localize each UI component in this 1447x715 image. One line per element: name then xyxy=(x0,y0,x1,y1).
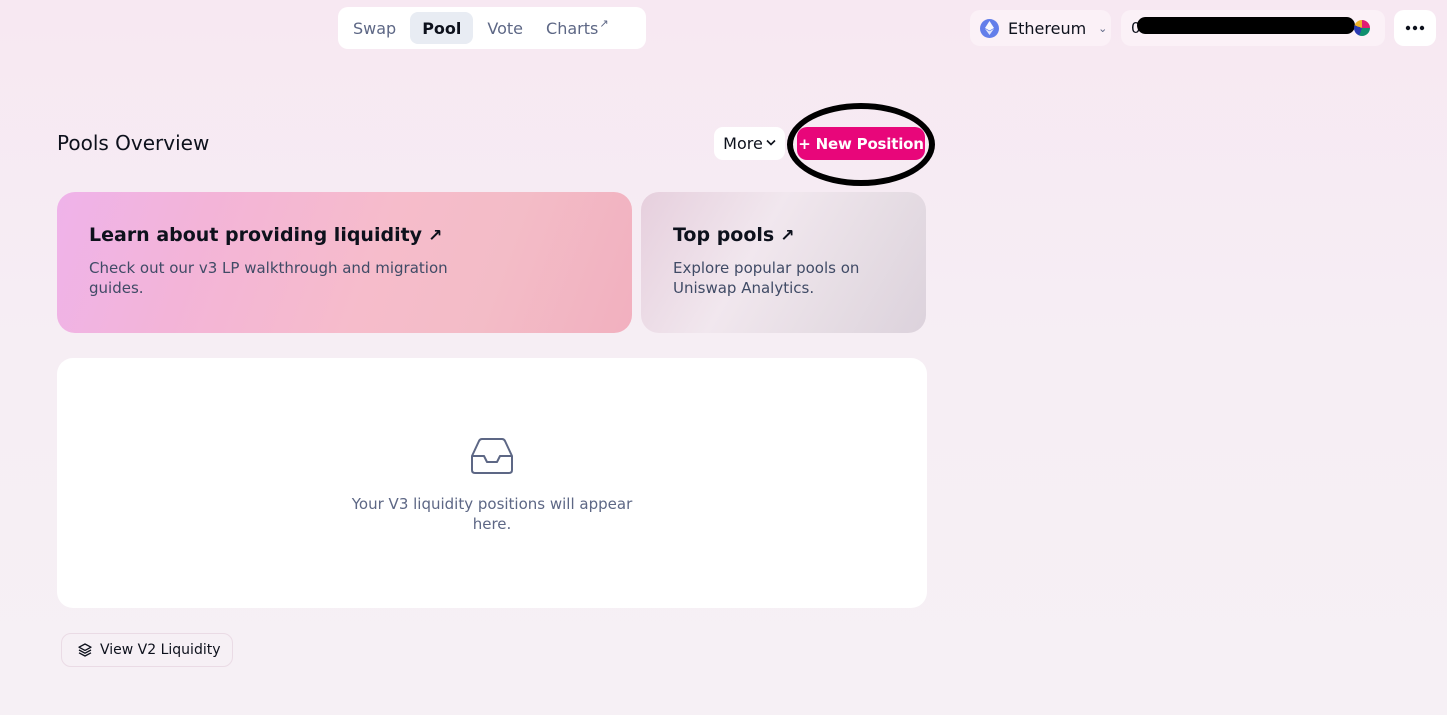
ethereum-icon xyxy=(980,18,999,38)
nav-tab-label: Pool xyxy=(422,18,462,38)
nav-tab-label: Swap xyxy=(353,18,397,38)
more-label: More xyxy=(723,134,763,153)
card-description: Explore popular pools on Uniswap Analyti… xyxy=(673,259,860,297)
learn-liquidity-card[interactable]: Learn about providing liquidity ↗ Check o… xyxy=(57,192,632,333)
layers-icon xyxy=(78,643,92,657)
nav-tab-pool[interactable]: Pool xyxy=(410,12,474,44)
external-link-icon: ↗ xyxy=(780,226,795,246)
network-selector[interactable]: Ethereum ⌄ xyxy=(970,10,1111,46)
new-position-button[interactable]: + New Position xyxy=(797,127,925,160)
avatar xyxy=(1354,20,1370,36)
card-title: Learn about providing liquidity ↗ xyxy=(89,224,600,246)
card-title-text: Top pools xyxy=(673,224,775,246)
card-title-text: Learn about providing liquidity xyxy=(89,224,423,246)
account-button[interactable]: 0 xyxy=(1121,10,1385,46)
nav-tab-vote[interactable]: Vote xyxy=(478,12,532,44)
nav-tab-charts[interactable]: Charts ↗ xyxy=(537,12,618,44)
nav-tab-label: Charts xyxy=(546,18,599,38)
chevron-down-icon: ⌄ xyxy=(1098,21,1108,35)
view-v2-liquidity-button[interactable]: View V2 Liquidity xyxy=(61,633,233,667)
top-pools-card[interactable]: Top pools ↗ Explore popular pools on Unis… xyxy=(641,192,926,333)
view-v2-label: View V2 Liquidity xyxy=(100,642,221,658)
top-nav: Swap Pool Vote Charts ↗ xyxy=(338,7,646,49)
positions-panel: Your V3 liquidity positions will appear … xyxy=(57,358,927,608)
card-description: Check out our v3 LP walkthrough and migr… xyxy=(89,259,448,297)
more-dropdown-button[interactable]: More xyxy=(714,127,785,160)
chevron-down-icon xyxy=(766,138,776,149)
page-title: Pools Overview xyxy=(57,131,210,155)
card-title: Top pools ↗ xyxy=(673,224,894,246)
redaction-bar xyxy=(1137,17,1355,34)
nav-tab-swap[interactable]: Swap xyxy=(344,12,405,44)
ellipsis-icon xyxy=(1405,25,1425,31)
external-link-icon: ↗ xyxy=(428,226,443,246)
network-label: Ethereum xyxy=(1008,18,1087,38)
inbox-icon xyxy=(471,438,513,474)
empty-state-message: Your V3 liquidity positions will appear … xyxy=(351,495,633,533)
nav-tab-label: Vote xyxy=(487,18,524,38)
external-link-icon: ↗ xyxy=(599,16,609,30)
more-menu-button[interactable] xyxy=(1394,10,1436,46)
